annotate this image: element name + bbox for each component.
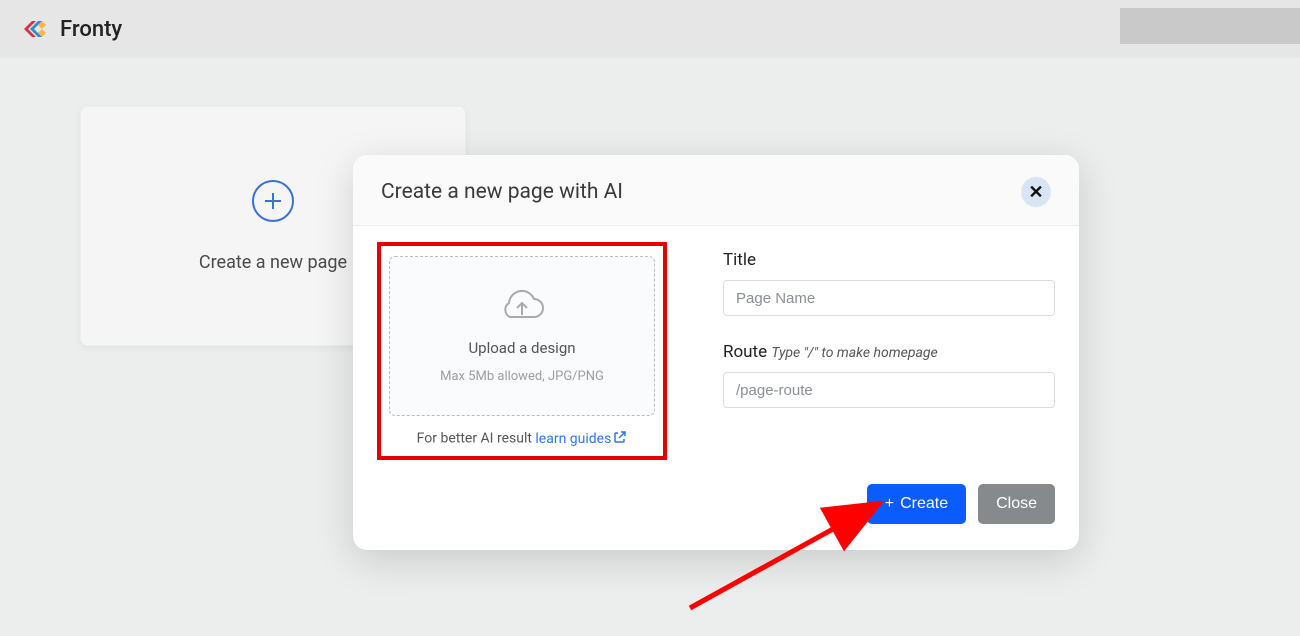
route-input[interactable] xyxy=(723,372,1055,408)
title-field-group: Title xyxy=(723,250,1055,316)
cloud-upload-icon xyxy=(499,289,545,327)
learn-guides-link[interactable]: learn guides xyxy=(535,431,627,447)
guide-prefix: For better AI result xyxy=(417,431,536,447)
route-hint: Type "/" to make homepage xyxy=(771,345,937,361)
upload-hint: Max 5Mb allowed, JPG/PNG xyxy=(440,369,604,384)
plus-circle-icon xyxy=(252,180,294,222)
app-name: Fronty xyxy=(60,17,122,42)
upload-dropzone[interactable]: Upload a design Max 5Mb allowed, JPG/PNG xyxy=(389,256,655,416)
close-icon[interactable]: ✕ xyxy=(1021,177,1051,207)
close-button[interactable]: Close xyxy=(978,484,1055,524)
create-page-modal: Create a new page with AI ✕ Upload a des… xyxy=(353,155,1079,550)
form-column: Title Route Type "/" to make homepage xyxy=(723,242,1055,460)
app-header: Fronty xyxy=(0,0,1300,58)
modal-header: Create a new page with AI ✕ xyxy=(353,155,1079,226)
annotation-highlight: Upload a design Max 5Mb allowed, JPG/PNG… xyxy=(377,242,667,460)
title-input[interactable] xyxy=(723,280,1055,316)
fronty-logo-icon xyxy=(16,17,50,41)
create-button[interactable]: + Create xyxy=(867,484,966,524)
route-label: Route Type "/" to make homepage xyxy=(723,342,1055,362)
upload-column: Upload a design Max 5Mb allowed, JPG/PNG… xyxy=(377,242,667,460)
route-field-group: Route Type "/" to make homepage xyxy=(723,342,1055,408)
title-label: Title xyxy=(723,250,1055,270)
logo[interactable]: Fronty xyxy=(16,17,122,42)
modal-footer: + Create Close xyxy=(353,484,1079,550)
external-link-icon xyxy=(613,430,627,448)
modal-title: Create a new page with AI xyxy=(381,180,623,204)
create-page-label: Create a new page xyxy=(199,252,347,273)
guide-text: For better AI result learn guides xyxy=(389,430,655,448)
modal-body: Upload a design Max 5Mb allowed, JPG/PNG… xyxy=(353,226,1079,484)
upload-label: Upload a design xyxy=(468,339,575,357)
plus-icon: + xyxy=(885,495,894,513)
header-placeholder xyxy=(1120,8,1300,44)
